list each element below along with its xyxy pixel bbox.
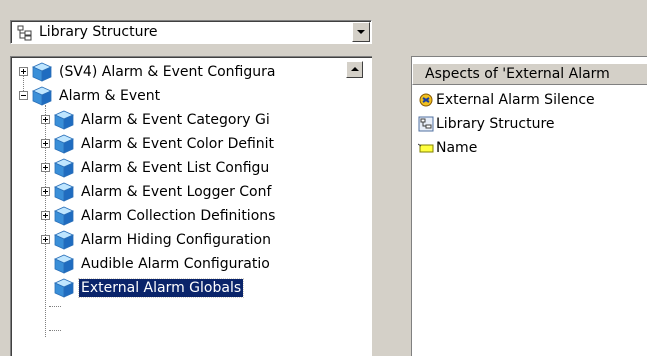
aspect-label: Name xyxy=(436,140,478,156)
expand-icon[interactable] xyxy=(41,187,50,196)
scroll-up-button[interactable] xyxy=(346,61,363,78)
tree-connector xyxy=(49,330,61,332)
expand-icon[interactable] xyxy=(41,163,50,172)
aspects-panel: Aspects of 'External Alarm External Alar… xyxy=(411,56,647,356)
alarm-silence-icon xyxy=(419,93,433,107)
tree-connector xyxy=(49,306,61,308)
tree-item-label: Alarm & Event Logger Conf xyxy=(81,184,272,200)
aspect-label: Library Structure xyxy=(436,116,555,132)
object-cube-icon xyxy=(54,230,74,250)
tree-item-label: Audible Alarm Configuratio xyxy=(81,256,270,272)
dropdown-arrow-button[interactable] xyxy=(352,22,370,42)
tree-item-label: Alarm & Event Category Gi xyxy=(81,112,270,128)
object-cube-icon xyxy=(54,206,74,226)
object-cube-icon xyxy=(54,278,74,298)
tree-item-label: Alarm & Event xyxy=(59,88,161,104)
expand-icon[interactable] xyxy=(19,67,28,76)
object-cube-icon xyxy=(54,158,74,178)
object-tree[interactable]: (SV4) Alarm & Event Configura Alarm & Eve… xyxy=(10,56,372,356)
object-cube-icon xyxy=(54,182,74,202)
aspects-column-header[interactable]: Aspects of 'External Alarm xyxy=(412,63,647,85)
tree-item-label: Alarm Hiding Configuration xyxy=(81,232,271,248)
library-structure-icon xyxy=(17,25,32,41)
expand-icon[interactable] xyxy=(41,235,50,244)
structure-selector-combobox[interactable]: Library Structure xyxy=(10,20,372,44)
combobox-value: Library Structure xyxy=(39,24,158,40)
library-structure-icon xyxy=(418,116,434,132)
tree-item-label: Alarm & Event Color Definit xyxy=(81,136,275,152)
tree-item-label: (SV4) Alarm & Event Configura xyxy=(59,64,276,80)
object-cube-icon xyxy=(54,134,74,154)
object-cube-icon xyxy=(32,62,52,82)
aspect-label: External Alarm Silence xyxy=(436,92,595,108)
tree-item-label: Alarm & Event List Configu xyxy=(81,160,270,176)
object-cube-icon xyxy=(54,110,74,130)
expand-icon[interactable] xyxy=(41,211,50,220)
tree-item-label: Alarm Collection Definitions xyxy=(81,208,276,224)
expand-icon[interactable] xyxy=(41,115,50,124)
object-cube-icon xyxy=(32,86,52,106)
object-cube-icon xyxy=(54,254,74,274)
expand-icon[interactable] xyxy=(41,139,50,148)
name-tag-icon xyxy=(418,143,434,153)
collapse-icon[interactable] xyxy=(19,91,28,100)
tree-item-label: External Alarm Globals xyxy=(77,278,245,298)
